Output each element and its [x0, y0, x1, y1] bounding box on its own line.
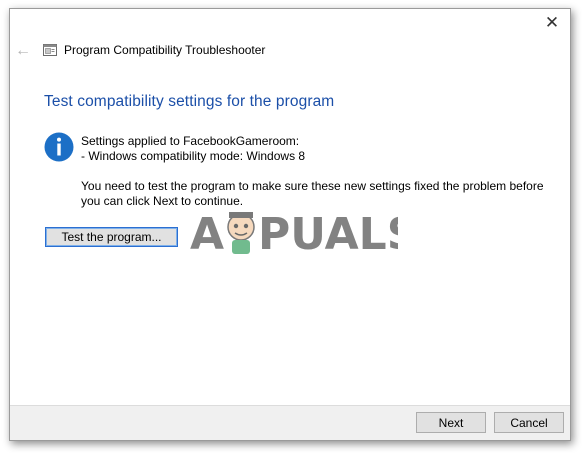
- troubleshooter-window: ✕ ← Program Compatibility Troubleshooter…: [9, 8, 571, 441]
- cancel-button[interactable]: Cancel: [494, 412, 564, 433]
- page-heading: Test compatibility settings for the prog…: [44, 93, 335, 110]
- screenshot-frame: ✕ ← Program Compatibility Troubleshooter…: [0, 0, 582, 453]
- back-arrow-icon[interactable]: ←: [12, 41, 34, 61]
- settings-applied-text: Settings applied to FacebookGameroom:: [81, 134, 300, 148]
- window-header: ← Program Compatibility Troubleshooter: [10, 39, 570, 63]
- close-icon[interactable]: ✕: [542, 13, 562, 33]
- window-title: Program Compatibility Troubleshooter: [64, 43, 266, 57]
- svg-text:A: A: [190, 209, 224, 260]
- troubleshooter-app-icon: [43, 44, 57, 56]
- next-button[interactable]: Next: [416, 412, 486, 433]
- svg-text:PUALS: PUALS: [258, 209, 398, 260]
- test-program-button[interactable]: Test the program...: [45, 227, 178, 247]
- button-footer: Next Cancel: [10, 405, 570, 440]
- appuals-watermark: A PUALS: [190, 209, 398, 260]
- compat-mode-text: - Windows compatibility mode: Windows 8: [81, 149, 306, 163]
- info-icon: [44, 132, 74, 162]
